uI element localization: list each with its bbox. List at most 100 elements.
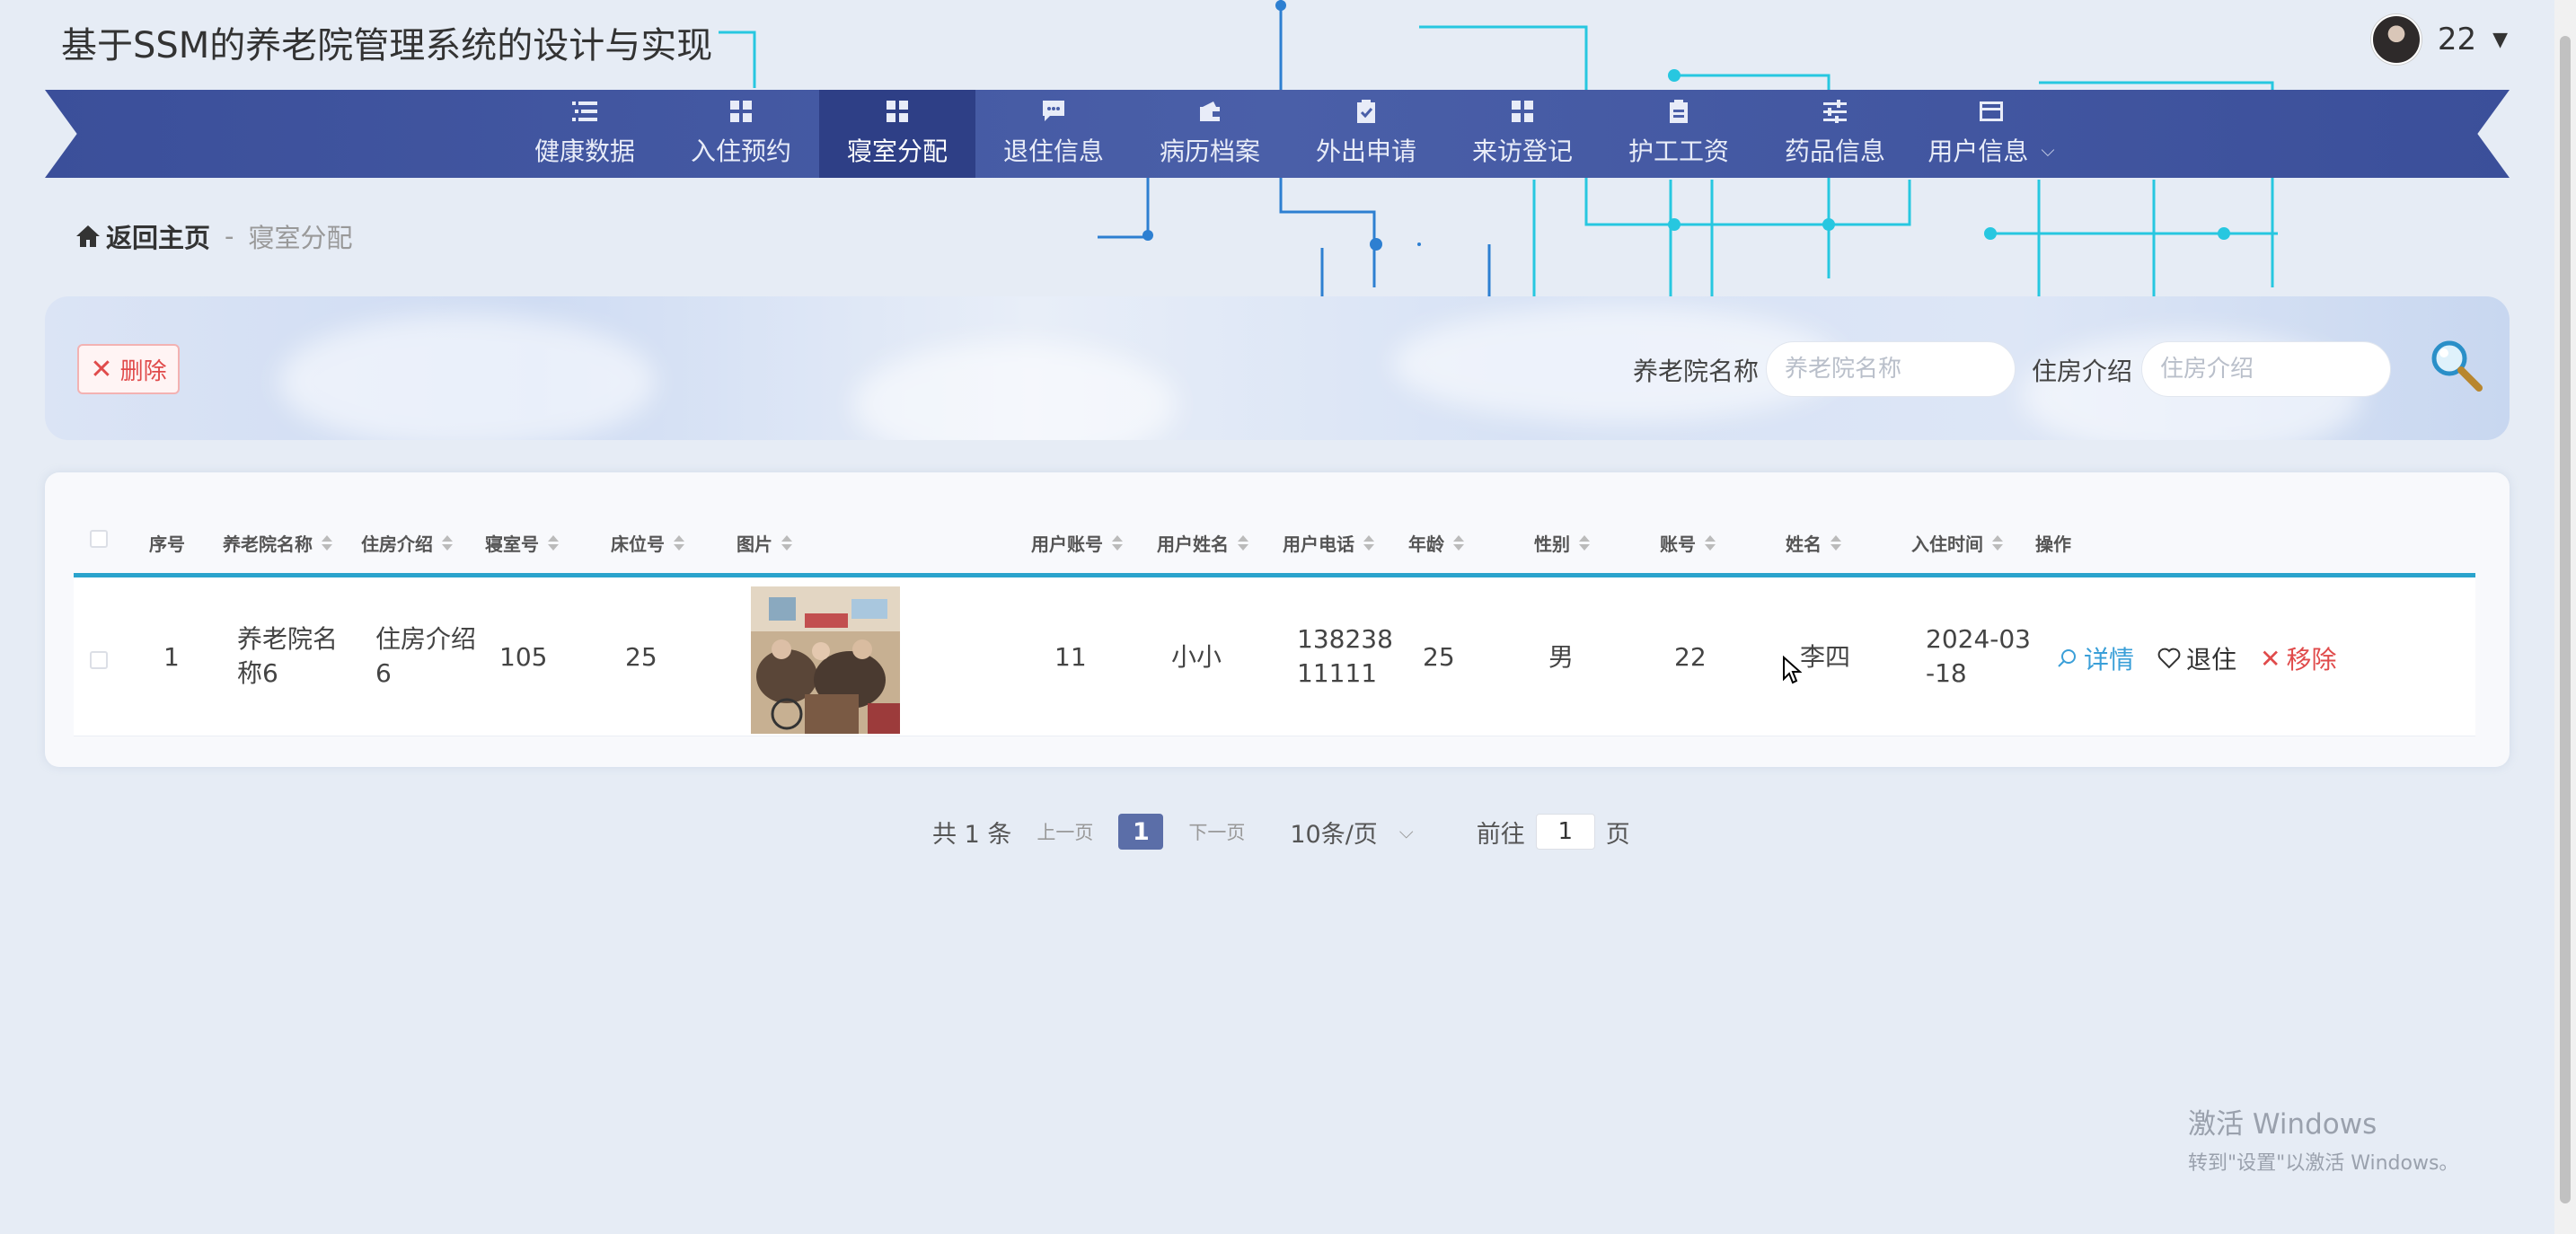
nav-item-user-info[interactable]: 用户信息 ⌵ [1913, 90, 2069, 178]
chevron-down-icon: ⌵ [1398, 820, 1414, 842]
nav-item-checkin-booking[interactable]: 入住预约 [663, 90, 819, 178]
cell-age: 25 [1423, 642, 1455, 672]
detail-button[interactable]: 详情 [2057, 640, 2134, 676]
pagination-total: 共 1 条 [932, 820, 1012, 849]
chevron-down-icon[interactable]: ⌵ [2041, 139, 2054, 161]
column-header-index: 序号 [149, 533, 185, 555]
column-header-room[interactable]: 寝室号 [485, 530, 559, 556]
nav-item-medicine-info[interactable]: 药品信息 [1757, 90, 1913, 178]
sort-icon[interactable] [442, 535, 453, 551]
cell-account: 22 [1674, 642, 1707, 672]
sort-icon[interactable] [1238, 535, 1248, 551]
nav-label: 寝室分配 [846, 137, 948, 166]
column-header-name[interactable]: 姓名 [1786, 530, 1841, 556]
goto-page-input[interactable] [1535, 814, 1595, 850]
close-icon: ✕ [2260, 643, 2281, 674]
column-header-checkin-time[interactable]: 入住时间 [1911, 530, 2003, 556]
avatar[interactable] [2370, 14, 2422, 65]
nav-label: 退住信息 [1002, 137, 1104, 166]
clipboard-icon [1666, 100, 1691, 123]
column-header-actions: 操作 [2035, 533, 2071, 555]
room-photo-image [751, 586, 900, 734]
cell-user-name: 小小 [1171, 642, 1222, 672]
breadcrumb-home-link[interactable]: 返回主页 [106, 217, 210, 255]
room-photo[interactable] [751, 586, 900, 734]
table-row[interactable]: 1 养老院名 称6 住房介绍 6 105 25 11 小小 138238 111… [74, 577, 2475, 736]
page-size-value: 10条/页 [1290, 820, 1378, 849]
remove-button[interactable]: ✕ 移除 [2260, 640, 2336, 676]
nursing-home-name-input[interactable] [1766, 341, 2016, 397]
scroll-thumb[interactable] [2560, 36, 2571, 1203]
windows-activation-watermark: 激活 Windows 转到"设置"以激活 Windows。 [2188, 1108, 2459, 1175]
cell-user-account: 11 [1054, 642, 1087, 672]
column-header-age[interactable]: 年龄 [1408, 530, 1464, 556]
page-1-button[interactable]: 1 [1118, 814, 1164, 850]
sort-icon[interactable] [1992, 535, 2003, 551]
sort-icon[interactable] [1579, 535, 1590, 551]
nav-label: 病历档案 [1159, 137, 1260, 166]
column-header-housing[interactable]: 住房介绍 [361, 530, 453, 556]
sort-icon[interactable] [781, 535, 792, 551]
column-header-image[interactable]: 图片 [737, 530, 792, 556]
breadcrumb: 返回主页 - 寝室分配 [75, 217, 353, 255]
nav-item-medical-records[interactable]: 病历档案 [1132, 90, 1288, 178]
nav-label: 用户信息 [1928, 137, 2029, 166]
nav-item-room-allocation[interactable]: 寝室分配 [819, 90, 975, 178]
sort-icon[interactable] [674, 535, 684, 551]
cell-housing: 住房介绍 6 [375, 624, 477, 688]
column-header-gender[interactable]: 性别 [1534, 530, 1590, 556]
sort-icon[interactable] [322, 535, 332, 551]
select-all-checkbox[interactable] [90, 530, 108, 548]
card-icon [1979, 100, 2004, 123]
sort-icon[interactable] [1831, 535, 1841, 551]
goto-prefix: 前往 [1476, 820, 1525, 849]
vertical-scrollbar[interactable] [2554, 0, 2576, 1234]
search-icon[interactable] [2427, 336, 2484, 393]
goto-suffix: 页 [1605, 820, 1630, 849]
nav-item-checkout-info[interactable]: 退住信息 [975, 90, 1132, 178]
cell-checkin-time: 2024-03 -18 [1926, 624, 2031, 688]
column-header-user-account[interactable]: 用户账号 [1031, 530, 1123, 556]
mouse-cursor-icon [1783, 656, 1802, 684]
nav-item-visitor-registration[interactable]: 来访登记 [1444, 90, 1601, 178]
user-name[interactable]: 22 [2438, 22, 2476, 57]
grid-icon [728, 100, 754, 123]
nav-label: 健康数据 [534, 137, 635, 166]
cell-room: 105 [499, 642, 548, 672]
nav-item-health-data[interactable]: 健康数据 [507, 90, 663, 178]
user-menu[interactable]: 22 ▼ [2370, 14, 2508, 65]
nav-item-outing-request[interactable]: 外出申请 [1288, 90, 1444, 178]
row-checkbox[interactable] [90, 651, 108, 669]
data-table: 序号 养老院名称 住房介绍 寝室号 床位号 图片 用户账号 用户姓名 用户电话 … [45, 472, 2510, 767]
sort-icon[interactable] [1453, 535, 1464, 551]
breadcrumb-current: 寝室分配 [248, 223, 353, 253]
sort-icon[interactable] [1112, 535, 1123, 551]
page-size-select[interactable]: 10条/页 ⌵ [1290, 815, 1413, 850]
column-header-user-phone[interactable]: 用户电话 [1283, 530, 1374, 556]
detail-button-label: 详情 [2084, 645, 2135, 674]
app-title: 基于SSM的养老院管理系统的设计与实现 [61, 25, 713, 66]
chat-icon [1041, 100, 1066, 123]
sort-icon[interactable] [1363, 535, 1374, 551]
cloud-decoration [278, 314, 656, 440]
sort-icon[interactable] [1705, 535, 1716, 551]
column-header-nursing-home[interactable]: 养老院名称 [223, 530, 332, 556]
checkout-button[interactable]: 退住 [2157, 640, 2236, 676]
column-header-user-name[interactable]: 用户姓名 [1157, 530, 1248, 556]
table-header: 序号 养老院名称 住房介绍 寝室号 床位号 图片 用户账号 用户姓名 用户电话 … [74, 508, 2475, 577]
nav-label: 入住预约 [690, 137, 791, 166]
caret-down-icon[interactable]: ▼ [2492, 29, 2508, 51]
sliders-icon [1822, 100, 1848, 123]
column-header-bed[interactable]: 床位号 [611, 530, 684, 556]
delete-button[interactable]: ✕ 删除 [77, 344, 180, 394]
column-header-account[interactable]: 账号 [1660, 530, 1716, 556]
nav-label: 外出申请 [1315, 137, 1416, 166]
grid-icon [885, 100, 910, 123]
prev-page-button[interactable]: 上一页 [1037, 818, 1093, 845]
housing-intro-input[interactable] [2141, 341, 2391, 397]
nav-item-caregiver-salary[interactable]: 护工工资 [1601, 90, 1757, 178]
clipboard-check-icon [1354, 100, 1379, 123]
next-page-button[interactable]: 下一页 [1188, 818, 1245, 845]
sort-icon[interactable] [548, 535, 559, 551]
nav-label: 来访登记 [1471, 137, 1573, 166]
